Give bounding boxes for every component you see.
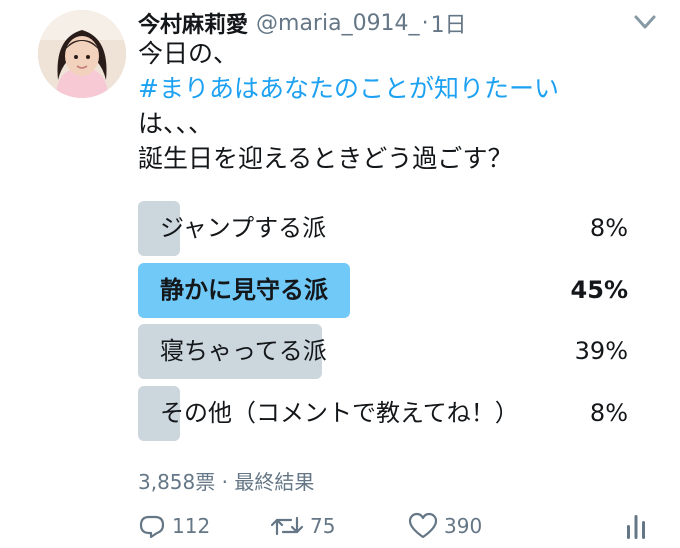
handle[interactable]: @maria_0914_ <box>256 11 420 36</box>
poll-option-percent: 45% <box>570 276 628 304</box>
poll-option-percent: 8% <box>589 399 628 427</box>
poll-footer: 3,858票 · 最終結果 <box>138 470 315 494</box>
tweet-text-line-1: 今日の、 <box>138 39 239 68</box>
poll-option-label: 寝ちゃってる派 <box>160 337 327 365</box>
poll-option-label: 静かに見守る派 <box>160 276 328 304</box>
reply-button[interactable]: 112 <box>138 508 210 544</box>
poll-option-percent: 8% <box>589 214 628 242</box>
retweet-button[interactable]: 75 <box>270 508 335 544</box>
analytics-icon <box>624 511 648 541</box>
poll-option-1: ジャンプする派 8% <box>138 201 628 256</box>
separator: · <box>421 10 429 36</box>
poll-option-label: その他（コメントで教えてね！） <box>160 399 519 427</box>
poll-option-3: 寝ちゃってる派 39% <box>138 324 628 379</box>
display-name[interactable]: 今村麻莉愛 <box>138 7 248 39</box>
avatar[interactable] <box>38 10 126 98</box>
tweet-text-line-3: は、、、 <box>138 109 214 138</box>
like-icon <box>408 512 438 540</box>
poll-option-4: その他（コメントで教えてね！） 8% <box>138 386 628 441</box>
tweet-text-line-4: 誕生日を迎えるときどう過ごす？ <box>138 144 513 173</box>
poll-option-percent: 39% <box>574 337 628 365</box>
like-button[interactable]: 390 <box>408 508 482 544</box>
retweet-icon <box>270 512 304 540</box>
caret-down-icon[interactable] <box>628 8 662 36</box>
timestamp[interactable]: 1日 <box>431 7 467 39</box>
analytics-button[interactable] <box>624 508 648 544</box>
tweet-actions: 112 75 390 <box>138 508 658 544</box>
hashtag-link[interactable]: #まりあはあなたのことが知りたーい <box>138 71 559 106</box>
tweet-header: 今村麻莉愛 @maria_0914_ · 1日 <box>138 6 467 40</box>
reply-count: 112 <box>172 514 211 538</box>
like-count: 390 <box>444 514 483 538</box>
tweet-text: 今日の、 #まりあはあなたのことが知りたーい は、、、 誕生日を迎えるときどう過… <box>138 36 559 176</box>
avatar-photo <box>38 10 126 98</box>
reply-icon <box>138 512 166 540</box>
poll-option-label: ジャンプする派 <box>160 214 327 242</box>
poll-option-2: 静かに見守る派 45% <box>138 263 628 318</box>
retweet-count: 75 <box>310 514 336 538</box>
